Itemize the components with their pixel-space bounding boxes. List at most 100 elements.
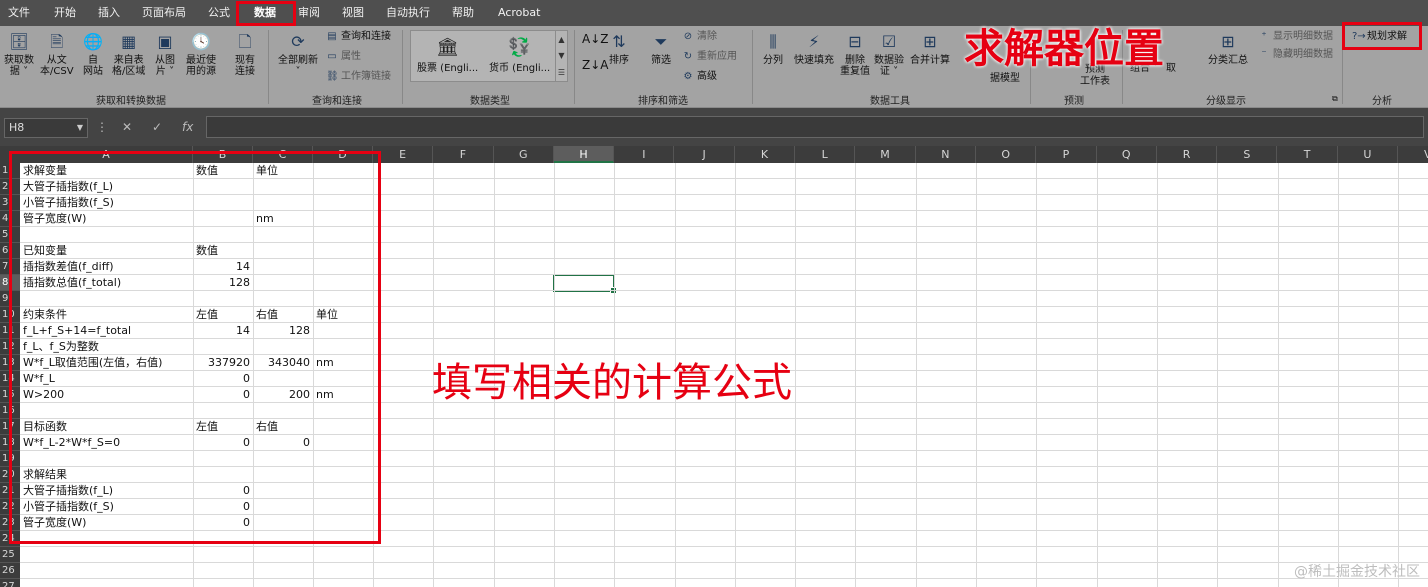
menu-tab-7[interactable]: 视图 <box>342 0 364 26</box>
column-header-F[interactable]: F <box>433 146 494 163</box>
queries-connections-button[interactable]: ▤ 查询和连接 <box>326 30 391 44</box>
subtotal-button[interactable]: ⊞ 分类汇总 <box>1208 30 1248 66</box>
data-tab-highlight <box>236 1 296 26</box>
column-header-L[interactable]: L <box>795 146 856 163</box>
formula-bar-menu[interactable]: ⋮ <box>96 120 108 134</box>
hide-detail-button[interactable]: ⁻ 隐藏明细数据 <box>1258 48 1333 62</box>
refresh-all-button[interactable]: ⟳ 全部刷新 ˅ <box>278 30 318 77</box>
sort-icon: ⇅ <box>612 31 626 51</box>
menu-tab-3[interactable]: 页面布局 <box>142 0 186 26</box>
dialog-launcher-icon: ⧉ <box>1332 94 1338 103</box>
text-file-icon: 🗎 <box>50 31 64 51</box>
connections-icon: 🗋 <box>238 31 252 51</box>
gallery-scroll[interactable]: ▲ ▼ ☰ <box>555 31 567 81</box>
menu-tab-0[interactable]: 文件 <box>8 0 30 26</box>
remove-duplicates-button[interactable]: ⊟ 删除 重复值 <box>840 30 870 77</box>
ungroup-button[interactable]: 取 <box>1166 62 1176 76</box>
group-label-get-transform: 获取和转换数据 <box>96 96 166 107</box>
workbook-links-button[interactable]: ⛓ 工作簿链接 <box>326 70 391 84</box>
column-header-T[interactable]: T <box>1278 146 1338 163</box>
sort-desc-button[interactable]: Z↓A <box>582 58 608 72</box>
watermark: @稀土掘金技术社区 <box>1294 564 1420 580</box>
from-picture-button[interactable]: ▣ 从图 片 ˅ <box>154 30 176 77</box>
reapply-button[interactable]: ↻ 重新应用 <box>682 50 737 64</box>
queries-icon: ▤ <box>327 31 337 42</box>
column-header-G[interactable]: G <box>494 146 554 163</box>
data-validation-button[interactable]: ☑ 数据验 证 ˅ <box>874 30 904 77</box>
column-header-J[interactable]: J <box>675 146 735 163</box>
from-web-button[interactable]: 🌐 自 网站 <box>82 30 104 77</box>
menu-tab-8[interactable]: 自动执行 <box>386 0 430 26</box>
sort-button[interactable]: ⇅ 排序 <box>608 30 630 66</box>
sort-asc-icon: A↓Z <box>582 32 609 46</box>
menu-tab-6[interactable]: 审阅 <box>298 0 320 26</box>
column-header-U[interactable]: U <box>1338 146 1399 163</box>
column-header-O[interactable]: O <box>976 146 1037 163</box>
column-header-N[interactable]: N <box>916 146 976 163</box>
properties-button[interactable]: ▭ 属性 <box>326 50 361 64</box>
consolidate-button[interactable]: ⊞ 合并计算 <box>910 30 950 66</box>
data-model-button[interactable]: 据模型 <box>990 72 1020 86</box>
group-separator <box>402 30 403 104</box>
fill-formulas-annotation: 填写相关的计算公式 <box>432 360 792 406</box>
group-separator <box>268 30 269 104</box>
from-table-range-button[interactable]: ▦ 来自表 格/区域 <box>112 30 145 77</box>
validation-icon: ☑ <box>881 31 897 51</box>
column-header-V[interactable]: V <box>1398 146 1428 163</box>
sort-asc-button[interactable]: A↓Z <box>582 32 608 46</box>
column-header-Q[interactable]: Q <box>1097 146 1157 163</box>
existing-connections-button[interactable]: 🗋 现有 连接 <box>234 30 256 77</box>
filter-button[interactable]: ⏷ 筛选 <box>650 30 672 66</box>
group-label-analysis: 分析 <box>1372 96 1392 107</box>
name-box[interactable]: H8 ▼ <box>4 118 88 138</box>
column-header-I[interactable]: I <box>614 146 675 163</box>
group-label-outline: 分级显示 <box>1206 96 1246 107</box>
data-types-gallery[interactable]: 🏛 股票 (Engli... 💱 货币 (Engli... ▲ ▼ ☰ <box>410 30 568 82</box>
text-to-columns-button[interactable]: ⫼ 分列 <box>762 30 784 66</box>
solver-highlight <box>1342 22 1422 50</box>
column-header-P[interactable]: P <box>1036 146 1097 163</box>
clear-filter-button[interactable]: ⊘ 清除 <box>682 30 717 44</box>
insert-function-icon[interactable]: fx <box>182 120 193 134</box>
row-header-27[interactable]: 27 <box>0 579 20 587</box>
menu-tab-1[interactable]: 开始 <box>54 0 76 26</box>
menu-tab-9[interactable]: 帮助 <box>452 0 474 26</box>
sort-desc-icon: Z↓A <box>582 58 609 72</box>
flash-fill-button[interactable]: ⚡ 快速填充 <box>794 30 834 66</box>
formula-input[interactable] <box>206 116 1424 138</box>
flash-icon: ⚡ <box>808 31 820 51</box>
table-icon: ▦ <box>121 31 137 51</box>
column-header-M[interactable]: M <box>855 146 916 163</box>
get-data-button[interactable]: 🗄 获取数 据 ˅ <box>4 30 34 77</box>
advanced-filter-button[interactable]: ⚙ 高级 <box>682 70 717 84</box>
outline-dialog-launcher[interactable]: ⧉ <box>1332 92 1338 106</box>
database-icon: 🗄 <box>8 31 30 51</box>
menu-bar: 文件 开始 插入 页面布局 公式 数据 审阅 视图 自动执行 帮助 Acrobat <box>0 0 1428 26</box>
column-header-R[interactable]: R <box>1157 146 1218 163</box>
column-header-E[interactable]: E <box>373 146 434 163</box>
menu-tab-10[interactable]: Acrobat <box>498 0 540 26</box>
confirm-icon[interactable]: ✓ <box>152 120 162 134</box>
menu-tab-2[interactable]: 插入 <box>98 0 120 26</box>
cancel-icon[interactable]: ✕ <box>122 120 132 134</box>
link-icon: ⛓ <box>326 71 339 82</box>
refresh-icon: ⟳ <box>291 31 305 51</box>
globe-icon: 🌐 <box>83 31 103 51</box>
column-header-H[interactable]: H <box>553 146 615 163</box>
menu-tab-4[interactable]: 公式 <box>208 0 230 26</box>
clock-icon: 🕓 <box>191 31 211 51</box>
group-label-sort-filter: 排序和筛选 <box>638 96 688 107</box>
recent-sources-button[interactable]: 🕓 最近使 用的源 <box>186 30 216 77</box>
stocks-data-type[interactable]: 🏛 股票 (Engli... <box>417 37 478 74</box>
column-header-S[interactable]: S <box>1217 146 1278 163</box>
from-text-csv-button[interactable]: 🗎 从文 本/CSV <box>40 30 74 77</box>
column-header-K[interactable]: K <box>735 146 796 163</box>
currency-data-type[interactable]: 💱 货币 (Engli... <box>489 37 550 74</box>
show-detail-button[interactable]: ⁺ 显示明细数据 <box>1258 30 1333 44</box>
chevron-down-icon: ▼ <box>558 51 565 61</box>
properties-icon: ▭ <box>327 51 337 62</box>
row-header-25[interactable]: 25 <box>0 547 20 563</box>
hide-detail-icon: ⁻ <box>1261 49 1267 60</box>
picture-icon: ▣ <box>157 31 173 51</box>
row-header-26[interactable]: 26 <box>0 563 20 579</box>
